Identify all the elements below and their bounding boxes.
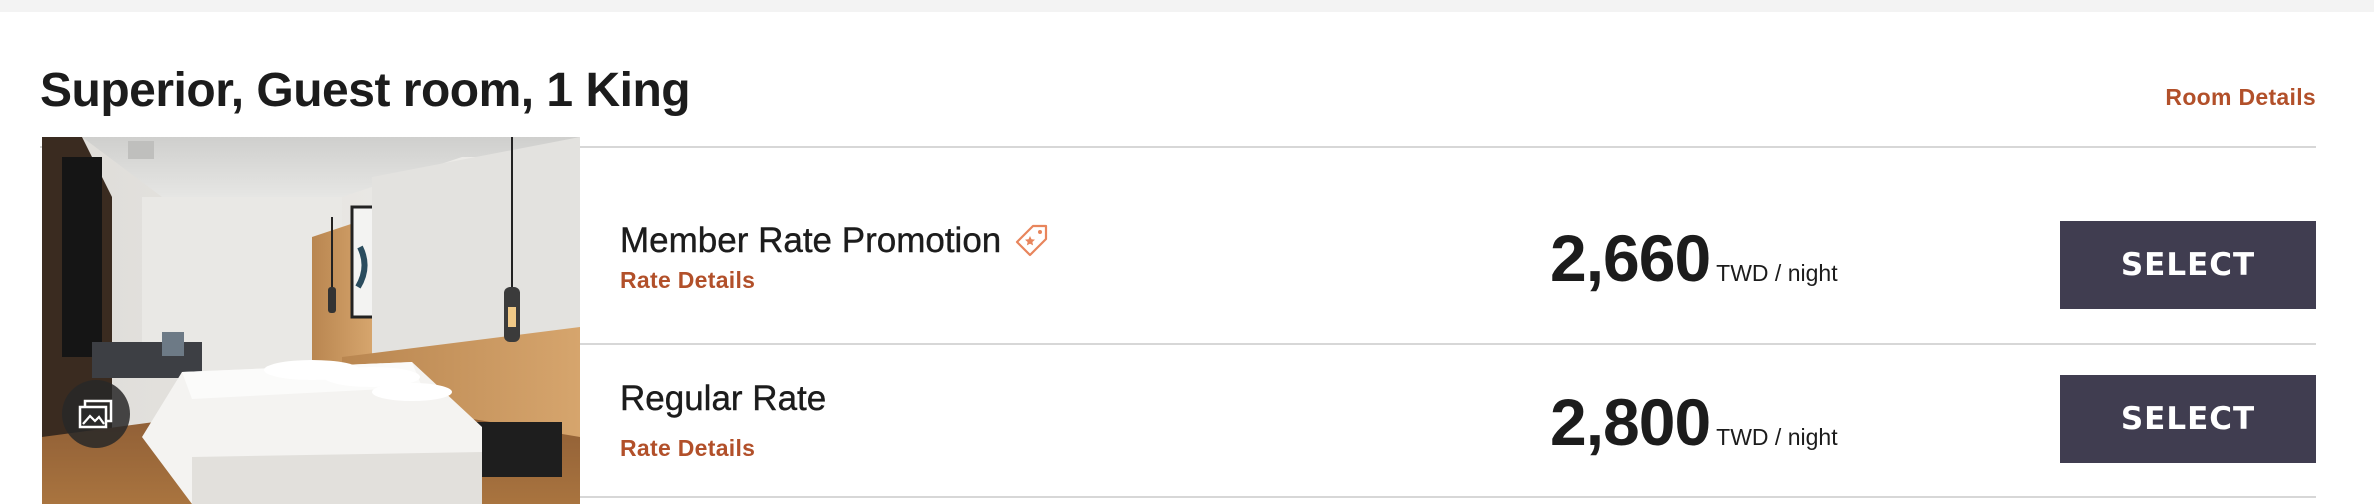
price-amount: 2,800: [1550, 385, 1711, 459]
room-photo-illustration: [42, 137, 580, 504]
photo-gallery-icon: [78, 399, 113, 429]
rate-details-link[interactable]: Rate Details: [620, 267, 755, 294]
price: 2,660 TWD / night: [1550, 225, 1838, 291]
divider: [580, 496, 2316, 498]
price-unit: TWD / night: [1716, 260, 1838, 286]
rate-name: Regular Rate: [620, 379, 827, 419]
promotion-tag-icon: [1016, 224, 1048, 257]
room-photo[interactable]: [42, 137, 580, 504]
room-details-link[interactable]: Room Details: [2165, 84, 2316, 111]
select-button[interactable]: SELECT: [2060, 375, 2316, 463]
price-unit: TWD / night: [1716, 424, 1838, 450]
rate-details-link[interactable]: Rate Details: [620, 435, 755, 462]
room-title: Superior, Guest room, 1 King: [40, 64, 691, 117]
photo-gallery-button[interactable]: [62, 380, 130, 448]
rate-name: Member Rate Promotion: [620, 221, 1049, 261]
rate-name-label: Regular Rate: [620, 379, 827, 418]
rate-row: Regular Rate Rate Details 2,800 TWD / ni…: [580, 345, 2316, 499]
rate-row: Member Rate Promotion Rate Details 2,660…: [580, 137, 2316, 309]
rate-name-label: Member Rate Promotion: [620, 221, 1002, 260]
price-amount: 2,660: [1550, 221, 1711, 295]
select-button[interactable]: SELECT: [2060, 221, 2316, 309]
price: 2,800 TWD / night: [1550, 389, 1838, 455]
